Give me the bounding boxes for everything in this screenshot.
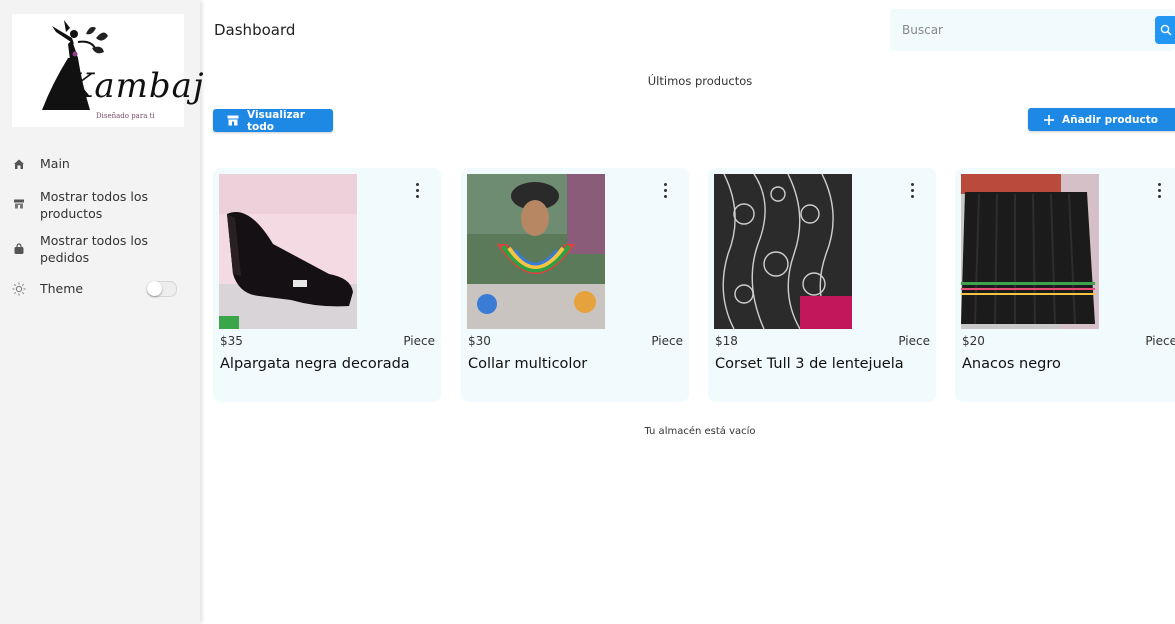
empty-state-message: Tu almacén está vacío bbox=[644, 426, 756, 437]
plus-icon bbox=[1044, 114, 1054, 125]
store-icon bbox=[227, 115, 239, 126]
sidebar-item-theme: Theme bbox=[0, 280, 200, 297]
product-price: $30 bbox=[468, 334, 491, 348]
product-unit: Piece bbox=[403, 334, 435, 348]
home-icon bbox=[12, 157, 26, 171]
sidebar-item-label: Theme bbox=[40, 281, 84, 296]
product-name: Collar multicolor bbox=[468, 356, 588, 372]
kebab-menu-icon[interactable] bbox=[904, 180, 920, 202]
section-title: Últimos productos bbox=[647, 74, 753, 88]
product-card[interactable]: $30 Piece Collar multicolor bbox=[461, 168, 689, 402]
product-name: Anacos negro bbox=[962, 356, 1061, 372]
product-card[interactable]: $35 Piece Alpargata negra decorada bbox=[213, 168, 441, 402]
product-unit: Piece bbox=[898, 334, 930, 348]
add-product-label: Añadir producto bbox=[1062, 113, 1158, 126]
product-unit: Piece bbox=[1145, 334, 1175, 348]
theme-toggle[interactable] bbox=[147, 281, 177, 297]
kebab-menu-icon[interactable] bbox=[1151, 180, 1167, 202]
product-image bbox=[961, 174, 1099, 329]
product-unit: Piece bbox=[651, 334, 683, 348]
product-name: Alpargata negra decorada bbox=[220, 356, 410, 372]
page-title: Dashboard bbox=[214, 21, 296, 39]
view-all-button[interactable]: Visualizar todo bbox=[213, 108, 333, 133]
sun-icon bbox=[12, 282, 26, 296]
product-image bbox=[467, 174, 605, 329]
add-product-button[interactable]: Añadir producto bbox=[1028, 108, 1175, 131]
product-name: Corset Tull 3 de lentejuela bbox=[715, 356, 904, 372]
product-image bbox=[714, 174, 852, 329]
search-icon bbox=[1160, 24, 1172, 36]
product-image bbox=[219, 174, 357, 329]
sidebar-item-label: Main bbox=[40, 156, 70, 171]
bag-icon bbox=[12, 242, 26, 256]
search-bar bbox=[890, 9, 1175, 51]
view-all-label: Visualizar todo bbox=[247, 108, 305, 133]
product-price: $35 bbox=[220, 334, 243, 348]
store-icon bbox=[12, 197, 26, 211]
kebab-menu-icon[interactable] bbox=[657, 180, 673, 202]
product-card[interactable]: $20 Piece Anacos negro bbox=[955, 168, 1175, 402]
brand-logo[interactable]: Kambaj Diseñado para ti bbox=[12, 14, 204, 127]
logo-wordmark: Kambaj bbox=[68, 66, 205, 106]
logo-tagline: Diseñado para ti bbox=[96, 112, 155, 120]
product-card[interactable]: $18 Piece Corset Tull 3 de lentejuela bbox=[708, 168, 936, 402]
product-price: $20 bbox=[962, 334, 985, 348]
sidebar-item-main[interactable]: Main bbox=[0, 155, 200, 172]
sidebar-item-label: Mostrar todos los productos bbox=[40, 189, 149, 221]
sidebar-item-label: Mostrar todos los pedidos bbox=[40, 232, 149, 265]
sidebar: Kambaj Diseñado para ti Main Mostrar tod… bbox=[0, 0, 204, 624]
kebab-menu-icon[interactable] bbox=[409, 180, 425, 202]
search-button[interactable] bbox=[1155, 16, 1175, 44]
search-input[interactable] bbox=[890, 9, 1145, 51]
toggle-knob bbox=[147, 281, 162, 296]
sidebar-item-orders[interactable]: Mostrar todos los pedidos bbox=[0, 233, 200, 265]
product-price: $18 bbox=[715, 334, 738, 348]
sidebar-item-products[interactable]: Mostrar todos los productos bbox=[0, 188, 200, 222]
